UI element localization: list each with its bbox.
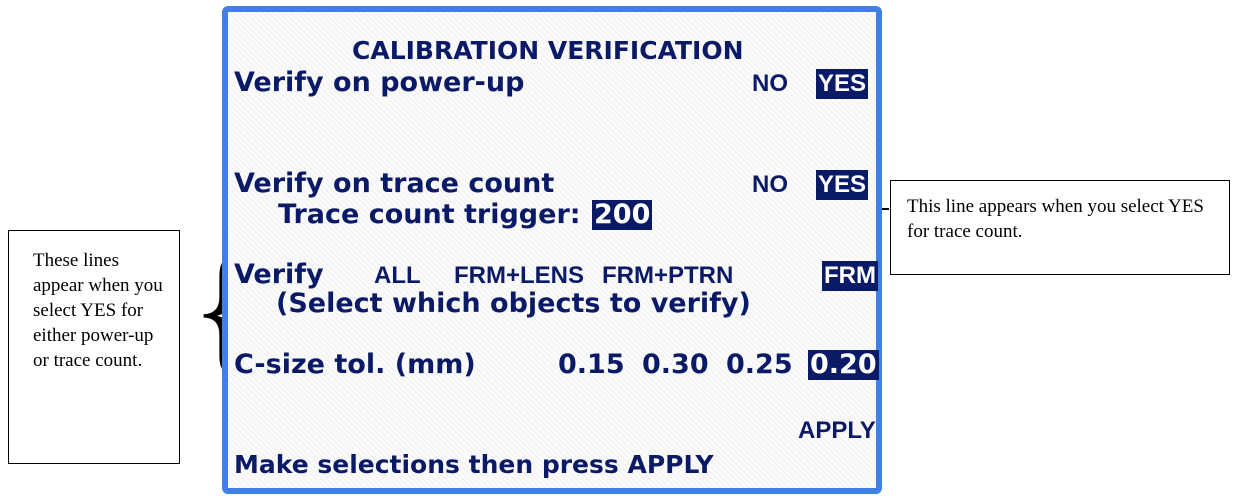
verify-option-frm-lens[interactable]: FRM+LENS bbox=[454, 261, 584, 291]
verify-hint: (Select which objects to verify) bbox=[276, 288, 751, 319]
verify-option-all[interactable]: ALL bbox=[374, 261, 421, 291]
verify-option-frm[interactable]: FRM bbox=[822, 261, 878, 291]
trace-count-yes-option[interactable]: YES bbox=[816, 170, 869, 200]
calibration-screen: CALIBRATION VERIFICATION Verify on power… bbox=[222, 6, 882, 494]
status-message: Make selections then press APPLY bbox=[234, 450, 714, 479]
power-up-no-option[interactable]: NO bbox=[752, 69, 788, 99]
trace-count-no-option[interactable]: NO bbox=[752, 170, 788, 200]
trigger-value[interactable]: 200 bbox=[592, 200, 653, 230]
page-title: CALIBRATION VERIFICATION bbox=[352, 36, 744, 65]
csize-option-020[interactable]: 0.20 bbox=[808, 350, 879, 380]
power-up-label: Verify on power-up bbox=[234, 67, 525, 98]
trace-count-label: Verify on trace count bbox=[234, 168, 555, 199]
verify-option-frm-ptrn[interactable]: FRM+PTRN bbox=[602, 261, 733, 291]
trigger-label: Trace count trigger: bbox=[278, 199, 581, 230]
verify-label: Verify bbox=[234, 259, 324, 290]
csize-option-025[interactable]: 0.25 bbox=[726, 350, 793, 380]
csize-option-030[interactable]: 0.30 bbox=[642, 350, 709, 380]
csize-option-015[interactable]: 0.15 bbox=[558, 350, 625, 380]
power-up-yes-option[interactable]: YES bbox=[816, 69, 869, 99]
apply-button[interactable]: APPLY bbox=[798, 416, 876, 446]
csize-label: C-size tol. (mm) bbox=[234, 349, 476, 380]
